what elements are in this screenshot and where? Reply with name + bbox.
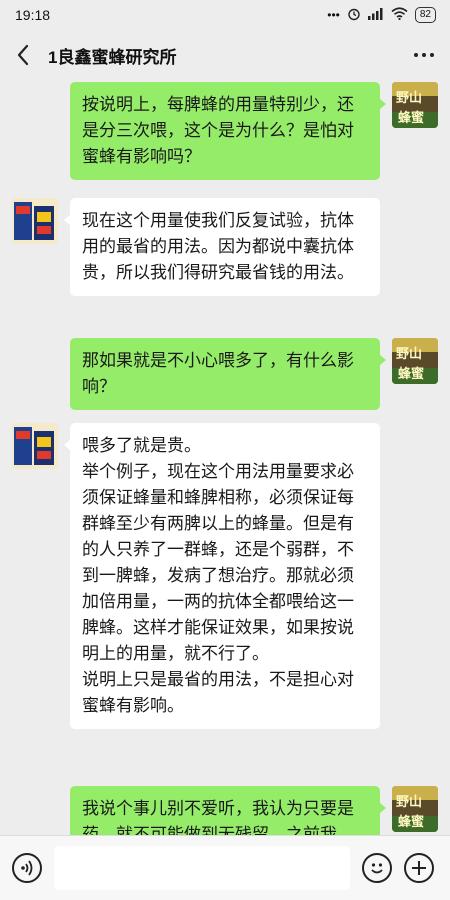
plus-button[interactable]	[404, 853, 434, 883]
message-input[interactable]	[54, 846, 350, 890]
my-avatar[interactable]: 野山 蜂蜜	[392, 338, 438, 384]
message-bubble-sent[interactable]: 我说个事儿别不爱听，我认为只要是药，就不可能做到无残留，之前我	[70, 786, 386, 835]
back-button[interactable]	[0, 30, 46, 80]
status-time: 19:18	[15, 7, 51, 23]
emoji-button[interactable]	[362, 853, 392, 883]
avatar-image: 野山 蜂蜜	[392, 786, 438, 832]
alarm-icon	[347, 7, 361, 24]
more-dots-icon	[414, 53, 418, 57]
contact-avatar[interactable]	[12, 198, 58, 244]
my-avatar[interactable]: 野山 蜂蜜	[392, 82, 438, 128]
chat-title: 1良鑫蜜蜂研究所	[48, 47, 177, 67]
message-bubble-sent[interactable]: 按说明上，每脾蜂的用量特别少，还是分三次喂，这个是为什么？是怕对蜜蜂有影响吗？	[70, 82, 386, 180]
svg-text:蜂蜜: 蜂蜜	[398, 110, 424, 126]
svg-text:野山: 野山	[396, 794, 422, 810]
svg-text:蜂蜜: 蜂蜜	[398, 814, 424, 830]
avatar-image	[12, 198, 58, 244]
input-bar	[0, 835, 450, 900]
notification-dots-icon: •••	[327, 8, 340, 22]
message-bubble-received[interactable]: 喂多了就是贵。 举个例子，现在这个用法用量要求必须保证蜂量和蜂脾相称，必须保证每…	[64, 423, 380, 729]
chevron-left-icon	[17, 44, 29, 66]
message-bubble-sent[interactable]: 那如果就是不小心喂多了，有什么影响？	[70, 338, 386, 410]
svg-text:野山: 野山	[396, 346, 422, 362]
message-bubble-received[interactable]: 现在这个用量使我们反复试验，抗体用的最省的用法。因为都说中囊抗体贵，所以我们得研…	[64, 198, 380, 296]
emoji-icon	[371, 863, 383, 874]
plus-icon	[412, 861, 426, 875]
status-bar: 19:18 ••• 82	[0, 0, 450, 30]
battery-indicator: 82	[414, 7, 436, 23]
svg-text:野山: 野山	[396, 90, 422, 106]
contact-avatar[interactable]	[12, 423, 58, 469]
voice-button[interactable]	[12, 853, 42, 883]
avatar-image: 野山 蜂蜜	[392, 82, 438, 128]
more-button[interactable]	[398, 30, 450, 80]
avatar-image	[12, 423, 58, 469]
message-list[interactable]: 按说明上，每脾蜂的用量特别少，还是分三次喂，这个是为什么？是怕对蜜蜂有影响吗？ …	[0, 80, 450, 835]
wifi-icon	[391, 7, 408, 23]
chat-header: 1良鑫蜜蜂研究所	[0, 30, 450, 80]
my-avatar[interactable]: 野山 蜂蜜	[392, 786, 438, 832]
status-icons: ••• 82	[327, 7, 436, 24]
voice-icon	[21, 860, 33, 876]
svg-text:蜂蜜: 蜂蜜	[398, 366, 424, 382]
signal-icon	[367, 7, 384, 23]
avatar-image: 野山 蜂蜜	[392, 338, 438, 384]
